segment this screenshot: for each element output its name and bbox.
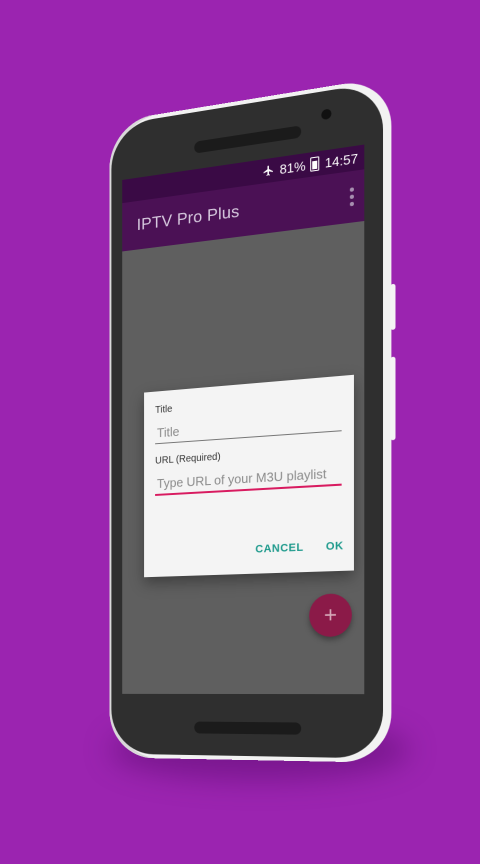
phone-body: 81% 14:57 IPTV Pro Plus Title URL (Requi… [111, 81, 384, 759]
front-camera [321, 108, 332, 121]
overflow-menu-icon[interactable] [349, 187, 354, 207]
screen: 81% 14:57 IPTV Pro Plus Title URL (Requi… [122, 144, 365, 695]
plus-icon: + [323, 601, 337, 628]
power-button [390, 283, 396, 331]
app-title: IPTV Pro Plus [136, 201, 240, 235]
clock: 14:57 [324, 150, 359, 171]
top-speaker [194, 125, 302, 154]
url-field-group: URL (Required) [155, 444, 342, 496]
phone-device: 81% 14:57 IPTV Pro Plus Title URL (Requi… [109, 76, 396, 763]
title-input[interactable] [155, 409, 342, 445]
add-playlist-dialog: Title URL (Required) CANCEL OK [144, 374, 354, 578]
title-field-group: Title [155, 390, 342, 445]
battery-percent: 81% [279, 157, 306, 177]
battery-icon [310, 156, 320, 172]
bottom-speaker [194, 721, 302, 735]
dialog-actions: CANCEL OK [255, 540, 343, 556]
url-input[interactable] [155, 463, 342, 496]
airplane-icon [263, 164, 275, 178]
cancel-button[interactable]: CANCEL [255, 542, 303, 556]
volume-button [390, 356, 396, 441]
url-label: URL (Required) [155, 451, 221, 467]
add-fab-button[interactable]: + [309, 593, 352, 638]
ok-button[interactable]: OK [326, 540, 344, 553]
